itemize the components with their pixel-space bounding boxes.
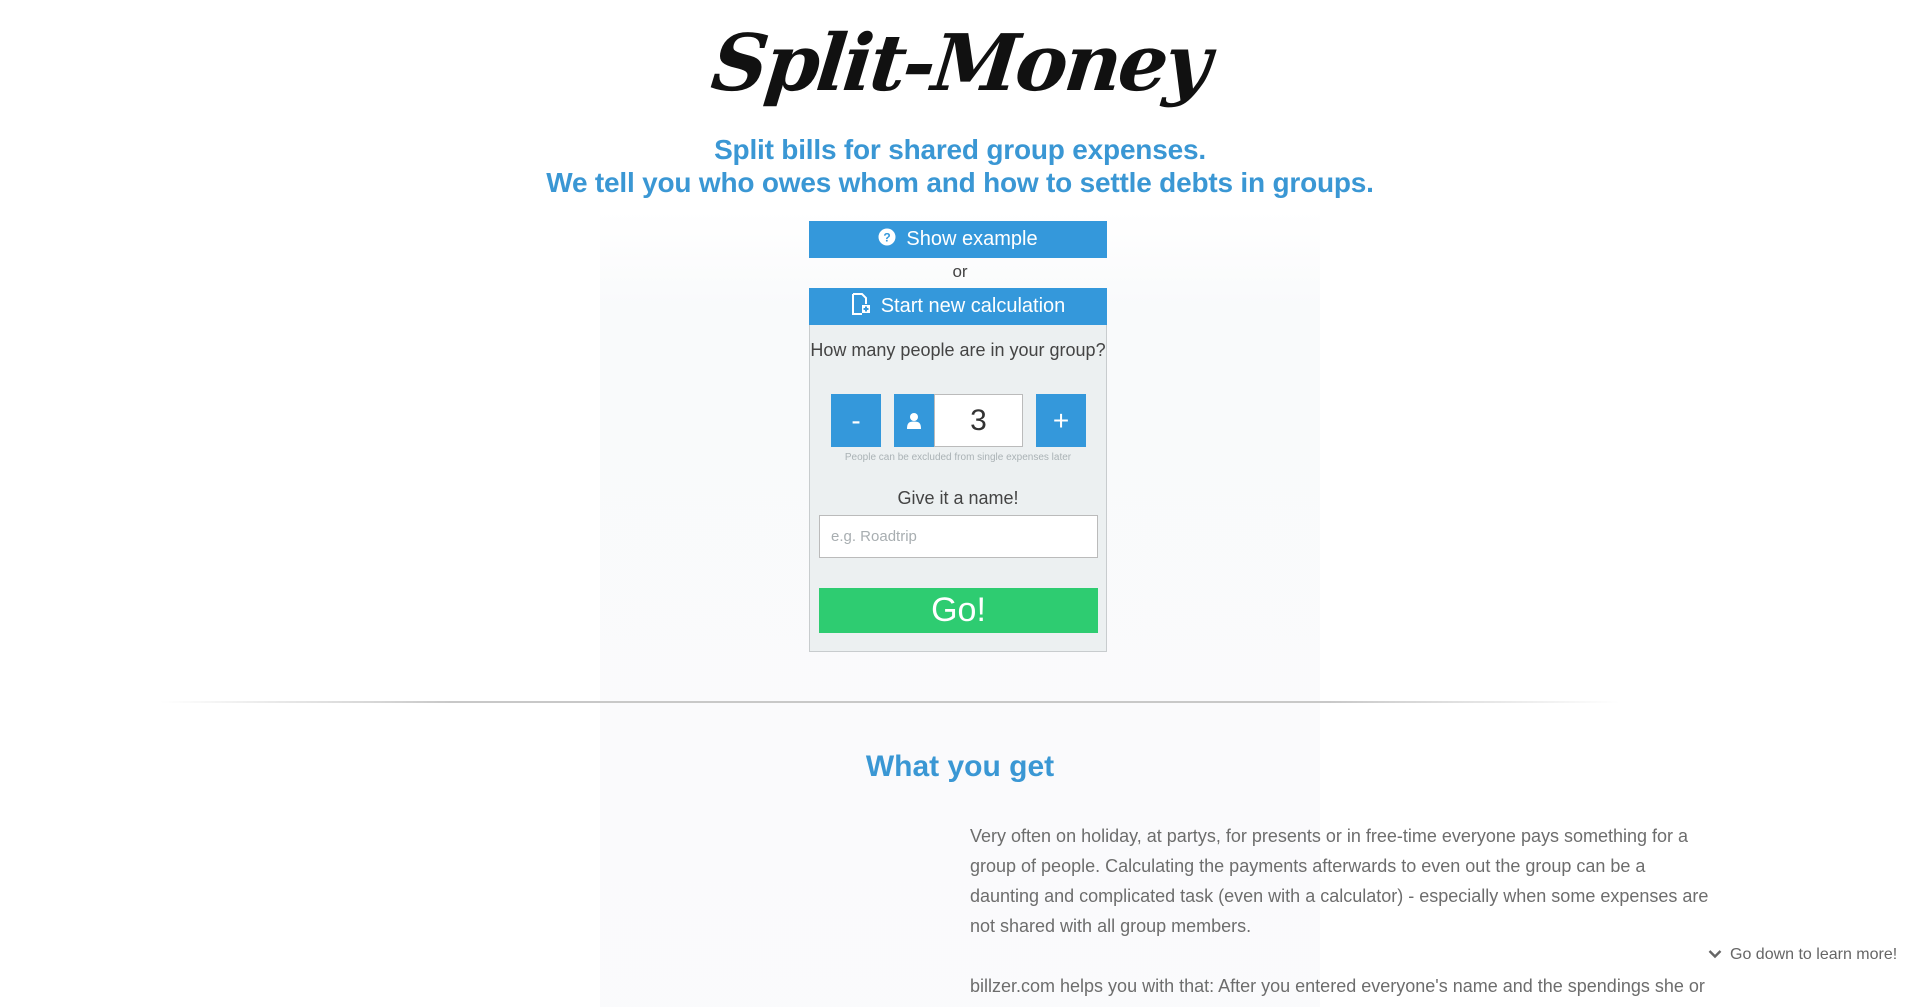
show-example-label: Show example	[906, 228, 1038, 250]
chevron-down-icon	[1708, 946, 1722, 964]
question-circle-icon: ?	[878, 228, 896, 252]
what-you-get-heading: What you get	[865, 750, 1055, 783]
start-new-calculation-button[interactable]: Start new calculation	[809, 288, 1107, 325]
increase-people-button[interactable]: +	[1036, 394, 1086, 447]
group-name-input[interactable]	[819, 515, 1098, 558]
start-new-calculation-label: Start new calculation	[880, 295, 1066, 317]
scroll-down-link[interactable]: Go down to learn more!	[1708, 946, 1897, 964]
site-logo[interactable]: Split-Money	[0, 18, 1920, 109]
scroll-down-label: Go down to learn more!	[1730, 946, 1898, 963]
go-button[interactable]: Go!	[819, 588, 1098, 633]
people-count-question: How many people are in your group?	[810, 340, 1106, 360]
new-calculation-form: How many people are in your group? - + P…	[809, 325, 1107, 652]
tagline-line-2: We tell you who owes whom and how to set…	[546, 167, 1374, 198]
svg-text:?: ?	[884, 230, 891, 244]
show-example-button[interactable]: ? Show example	[809, 221, 1107, 258]
decrease-people-button[interactable]: -	[831, 394, 881, 447]
intro-paragraph: Very often on holiday, at partys, for pr…	[970, 826, 1709, 936]
tagline-line-1: Split bills for shared group expenses.	[714, 134, 1206, 165]
group-name-label: Give it a name!	[897, 488, 1019, 508]
new-document-icon	[851, 292, 871, 321]
billzer-paragraph: billzer.com helps you with that: After y…	[970, 976, 1705, 996]
people-count-input[interactable]	[934, 394, 1023, 447]
or-separator: or	[952, 262, 968, 281]
person-icon	[894, 394, 934, 447]
people-hint: People can be excluded from single expen…	[844, 452, 1072, 463]
section-divider	[160, 701, 1620, 703]
